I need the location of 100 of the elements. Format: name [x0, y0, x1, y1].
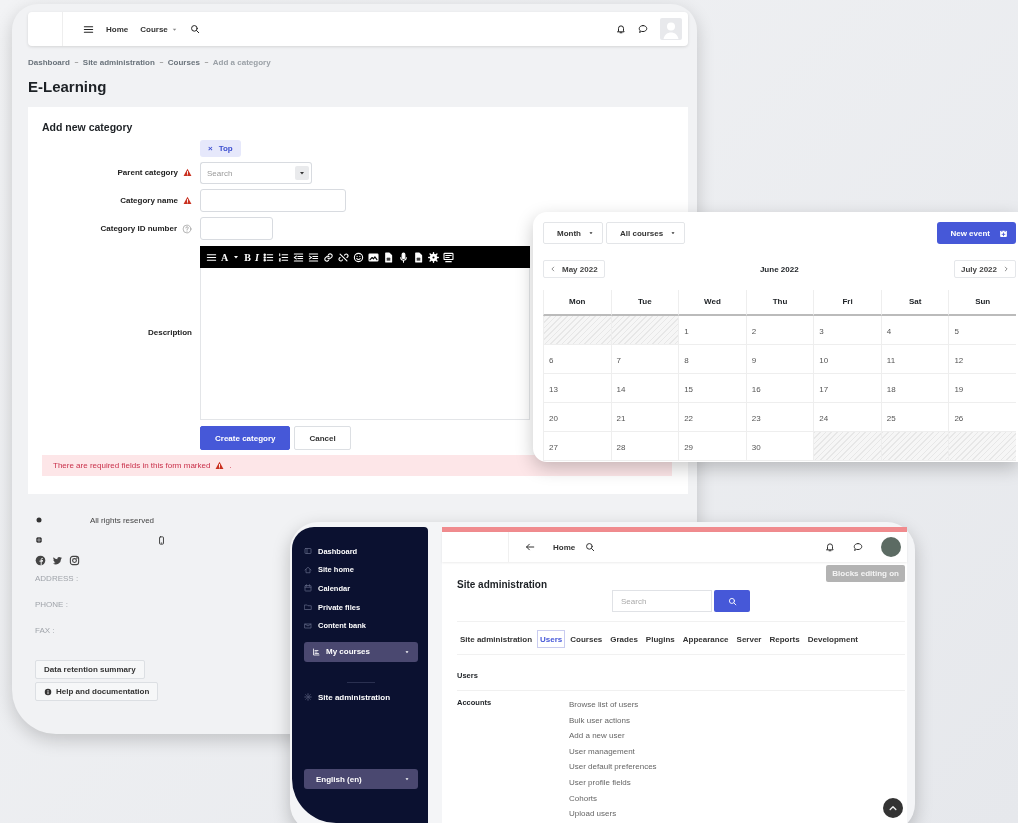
- day-cell[interactable]: 7: [610, 345, 679, 374]
- microphone-icon[interactable]: [397, 251, 409, 263]
- day-cell[interactable]: 8: [678, 345, 746, 374]
- search-icon[interactable]: [189, 24, 200, 34]
- admin-link[interactable]: Cohorts: [569, 793, 657, 810]
- language-dropdown[interactable]: English (en): [304, 769, 418, 789]
- camera-icon[interactable]: [69, 554, 80, 566]
- admin-search-field[interactable]: Search: [612, 590, 712, 612]
- file-icon[interactable]: [412, 251, 424, 263]
- avatar[interactable]: [881, 537, 901, 557]
- tab[interactable]: Users: [537, 630, 566, 648]
- bullet-list-icon[interactable]: [262, 251, 274, 263]
- footer-button[interactable]: Data retention summary: [35, 660, 145, 679]
- day-cell[interactable]: 17: [813, 374, 881, 403]
- tab[interactable]: Development: [804, 630, 861, 648]
- outdent-icon[interactable]: [292, 251, 304, 263]
- admin-link[interactable]: User management: [569, 746, 657, 763]
- admin-link[interactable]: User profile fields: [569, 777, 657, 794]
- admin-link[interactable]: Browse list of users: [569, 700, 657, 716]
- view-select[interactable]: Month: [543, 222, 603, 244]
- unlink-icon[interactable]: [337, 251, 349, 263]
- remove-tag-icon[interactable]: ×: [208, 144, 213, 153]
- file-icon[interactable]: [382, 251, 394, 263]
- day-cell[interactable]: 14: [610, 374, 679, 403]
- chevron-left-icon: [550, 266, 556, 272]
- sidebar-item[interactable]: Site administration: [304, 687, 418, 707]
- nav-link[interactable]: Home: [553, 542, 576, 552]
- day-cell[interactable]: 4: [880, 316, 949, 345]
- day-cell[interactable]: 5: [948, 316, 1016, 345]
- emoji-icon[interactable]: [352, 251, 364, 263]
- format-button[interactable]: I: [254, 251, 259, 263]
- day-cell[interactable]: 2: [745, 316, 814, 345]
- next-month-button[interactable]: July 2022: [953, 260, 1016, 278]
- arrow-left-icon[interactable]: [525, 542, 535, 552]
- day-cell[interactable]: 19: [948, 374, 1016, 403]
- day-cell[interactable]: 13: [543, 374, 611, 403]
- dashboard-icon: [304, 547, 312, 556]
- day-cell[interactable]: 21: [610, 403, 679, 432]
- settings-icon[interactable]: [427, 251, 439, 263]
- course-select[interactable]: All courses: [606, 222, 686, 244]
- format-button[interactable]: A: [221, 251, 229, 263]
- bell-icon[interactable]: [616, 24, 626, 34]
- create-category-button[interactable]: Create category: [200, 426, 291, 450]
- breadcrumb-link[interactable]: Site administration: [82, 58, 155, 67]
- day-cell[interactable]: 10: [813, 345, 881, 374]
- day-cell[interactable]: 16: [745, 374, 814, 403]
- tab[interactable]: Reports: [766, 630, 803, 648]
- screen-icon[interactable]: [442, 251, 454, 263]
- chat-icon[interactable]: [638, 24, 648, 34]
- tab[interactable]: Appearance: [679, 630, 732, 648]
- bird-icon[interactable]: [52, 554, 63, 566]
- day-cell[interactable]: 27: [543, 432, 611, 461]
- selected-category-tag[interactable]: × Top: [200, 140, 241, 157]
- field-label: Description: [148, 328, 192, 337]
- search-button[interactable]: [714, 590, 750, 612]
- admin-link[interactable]: Upload users: [569, 809, 657, 823]
- cancel-button[interactable]: Cancel: [294, 426, 351, 450]
- image-icon[interactable]: [367, 251, 379, 263]
- tab[interactable]: Site administration: [457, 630, 535, 648]
- breadcrumb-link[interactable]: Dashboard: [28, 58, 70, 67]
- nav-link[interactable]: Course: [140, 24, 178, 34]
- my-courses-dropdown[interactable]: My courses: [304, 641, 418, 662]
- text-input-field[interactable]: [200, 217, 273, 240]
- menu-icon[interactable]: [83, 23, 94, 35]
- day-cell[interactable]: 15: [678, 374, 746, 403]
- tab[interactable]: Courses: [567, 630, 606, 648]
- search-icon[interactable]: [585, 542, 596, 552]
- day-cell[interactable]: 28: [610, 432, 679, 461]
- breadcrumb-link[interactable]: Courses: [167, 58, 200, 67]
- new-event-button[interactable]: New event: [937, 222, 1016, 244]
- day-cell[interactable]: 20: [543, 403, 611, 432]
- day-cell[interactable]: 3: [813, 316, 881, 345]
- indent-icon[interactable]: [307, 251, 319, 263]
- day-cell[interactable]: 11: [880, 345, 949, 374]
- tab[interactable]: Grades: [607, 630, 641, 648]
- day-cell[interactable]: 12: [948, 345, 1016, 374]
- day-number: 27: [549, 443, 558, 452]
- admin-link[interactable]: Add a new user: [569, 731, 657, 747]
- day-cell[interactable]: 29: [678, 432, 746, 461]
- facebook-icon[interactable]: [35, 554, 46, 566]
- footer-button[interactable]: Help and documentation: [35, 682, 159, 701]
- link-icon[interactable]: [322, 251, 334, 263]
- bell-icon[interactable]: [825, 542, 835, 552]
- tab[interactable]: Plugins: [642, 630, 678, 648]
- chat-icon[interactable]: [853, 542, 863, 552]
- tab[interactable]: Server: [733, 630, 765, 648]
- text-input-field[interactable]: [200, 189, 346, 212]
- menu-icon[interactable]: [206, 251, 217, 263]
- previous-month-button[interactable]: May 2022: [543, 260, 605, 278]
- admin-link[interactable]: User default preferences: [569, 762, 657, 778]
- day-cell[interactable]: 22: [678, 403, 746, 432]
- day-cell[interactable]: 23: [745, 403, 814, 432]
- nav-link[interactable]: Home: [106, 24, 129, 34]
- day-cell[interactable]: 18: [880, 374, 949, 403]
- day-cell[interactable]: 6: [543, 345, 611, 374]
- format-button[interactable]: B: [244, 251, 251, 263]
- numbered-list-icon[interactable]: [277, 251, 289, 263]
- day-cell[interactable]: 9: [745, 345, 814, 374]
- admin-link[interactable]: Bulk user actions: [569, 715, 657, 732]
- day-cell[interactable]: 1: [678, 316, 746, 345]
